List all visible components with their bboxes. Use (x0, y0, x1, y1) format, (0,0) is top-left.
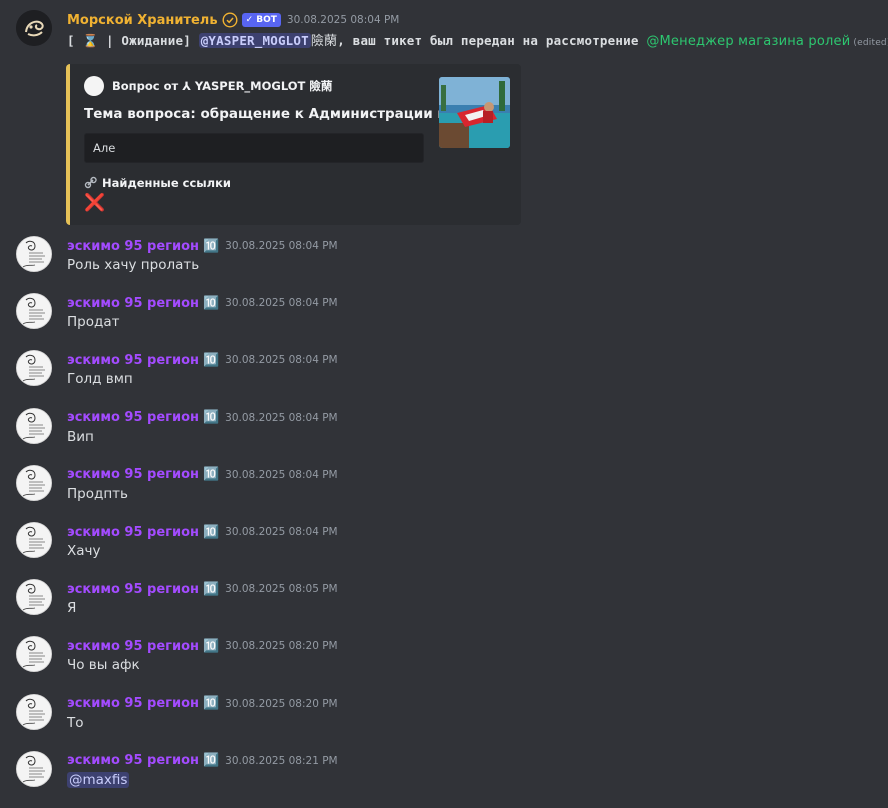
timestamp[interactable]: 30.08.2025 08:20 PM (225, 698, 337, 710)
message-text: Вип (67, 428, 94, 445)
bot-tag: ✓ BOT (241, 13, 281, 27)
role-icon: 🔟 (202, 352, 220, 368)
message-header: эскимо 95 регион 🔟 30.08.2025 08:20 PM (67, 694, 338, 714)
embed-links-title: Найденные ссылки (84, 176, 231, 190)
role-icon: 🔟 (202, 696, 220, 712)
user-avatar[interactable] (16, 293, 52, 330)
user-avatar[interactable] (16, 522, 52, 558)
timestamp[interactable]: 30.08.2025 08:04 PM (225, 526, 337, 538)
message-text: Чо вы афк (67, 657, 140, 674)
message-text: Я (67, 600, 77, 617)
user-avatar[interactable] (16, 693, 52, 730)
author-name[interactable]: эскимо 95 регион (67, 353, 199, 368)
message-text: Продат (67, 314, 120, 331)
chat-message: эскимо 95 регион 🔟 30.08.2025 08:04 PM В… (0, 407, 888, 465)
embed-field: Але (84, 133, 424, 163)
chat-message: эскимо 95 регион 🔟 30.08.2025 08:05 PM Я (0, 579, 888, 636)
user-avatar[interactable] (16, 579, 52, 616)
verified-icon (222, 12, 238, 28)
message-header: эскимо 95 регион 🔟 30.08.2025 08:20 PM (67, 636, 338, 656)
user-avatar[interactable] (16, 750, 52, 787)
message-text: @maxfis (67, 771, 130, 788)
chat-message: эскимо 95 регион 🔟 30.08.2025 08:21 PM @… (0, 750, 888, 808)
role-icon: 🔟 (202, 410, 220, 426)
user-avatar[interactable] (16, 350, 52, 387)
bot-author-name[interactable]: Морской Хранитель (67, 13, 218, 28)
message-text: Продпть (67, 485, 128, 502)
timestamp[interactable]: 30.08.2025 08:04 PM (225, 469, 337, 481)
message-header: эскимо 95 регион 🔟 30.08.2025 08:05 PM (67, 579, 338, 599)
message-header: эскимо 95 регион 🔟 30.08.2025 08:04 PM (67, 522, 338, 542)
embed-thumbnail[interactable] (439, 77, 510, 148)
chat-message: эскимо 95 регион 🔟 30.08.2025 08:04 PM П… (0, 293, 888, 350)
embed-field-value: Але (93, 141, 116, 155)
timestamp[interactable]: 30.08.2025 08:05 PM (225, 583, 337, 595)
role-icon: 🔟 (202, 467, 220, 483)
role-icon: 🔟 (202, 295, 220, 311)
bot-message-content: [ ⌛ | Ожидание] @YASPER_MOGLOT 險䔵, ваш ти… (67, 30, 888, 49)
message-text: Голд вмп (67, 371, 133, 388)
message-text: Хачу (67, 543, 101, 559)
message-text: То (67, 714, 84, 731)
author-name[interactable]: эскимо 95 регион (67, 753, 199, 768)
timestamp[interactable]: 30.08.2025 08:04 PM (225, 297, 337, 309)
author-name[interactable]: эскимо 95 регион (67, 696, 199, 711)
chat-message: эскимо 95 регион 🔟 30.08.2025 08:20 PM Ч… (0, 636, 888, 693)
embed-author-avatar (84, 76, 104, 96)
bot-message: Морской Хранитель ✓ BOT 30.08.2025 08:04… (0, 10, 888, 225)
chat-message: эскимо 95 регион 🔟 30.08.2025 08:04 PM Г… (0, 350, 888, 407)
message-header: эскимо 95 регион 🔟 30.08.2025 08:04 PM (67, 293, 338, 313)
hourglass-icon: ⌛ (82, 33, 99, 48)
role-icon: 🔟 (202, 581, 220, 597)
user-avatar[interactable] (16, 236, 52, 272)
role-icon: 🔟 (202, 524, 220, 540)
author-name[interactable]: эскимо 95 регион (67, 410, 199, 425)
chat-message: эскимо 95 регион 🔟 30.08.2025 08:04 PM П… (0, 464, 888, 522)
chat-message: эскимо 95 регион 🔟 30.08.2025 08:04 PM Р… (0, 236, 888, 293)
timestamp[interactable]: 30.08.2025 08:04 PM (225, 354, 337, 366)
timestamp[interactable]: 30.08.2025 08:20 PM (225, 640, 337, 652)
timestamp[interactable]: 30.08.2025 08:04 PM (287, 14, 399, 26)
role-icon: 🔟 (202, 753, 220, 769)
user-avatar[interactable] (16, 407, 52, 444)
bot-message-header: Морской Хранитель ✓ BOT 30.08.2025 08:04… (67, 10, 399, 30)
message-header: эскимо 95 регион 🔟 30.08.2025 08:04 PM (67, 350, 338, 370)
role-mention[interactable]: @Менеджер магазина ролей (646, 34, 850, 49)
message-header: эскимо 95 регион 🔟 30.08.2025 08:04 PM (67, 465, 338, 485)
timestamp[interactable]: 30.08.2025 08:04 PM (225, 240, 337, 252)
author-name[interactable]: эскимо 95 регион (67, 582, 199, 597)
ticket-embed: Вопрос от ⅄ YASPER_MOGLOT 險䔵 Тема вопрос… (66, 64, 521, 225)
user-mention[interactable]: @maxfis (67, 771, 130, 788)
author-name[interactable]: эскимо 95 регион (67, 467, 199, 482)
edited-label: (edited) (853, 38, 888, 48)
author-name[interactable]: эскимо 95 регион (67, 639, 199, 654)
chat-message: эскимо 95 регион 🔟 30.08.2025 08:04 PM Х… (0, 522, 888, 579)
user-mention[interactable]: @YASPER_MOGLOT (198, 33, 311, 48)
bot-avatar[interactable] (16, 10, 52, 46)
timestamp[interactable]: 30.08.2025 08:21 PM (225, 755, 337, 767)
author-name[interactable]: эскимо 95 регион (67, 239, 199, 254)
message-header: эскимо 95 регион 🔟 30.08.2025 08:04 PM (67, 408, 338, 428)
author-name[interactable]: эскимо 95 регион (67, 296, 199, 311)
chat-message: эскимо 95 регион 🔟 30.08.2025 08:20 PM Т… (0, 693, 888, 751)
timestamp[interactable]: 30.08.2025 08:04 PM (225, 412, 337, 424)
link-icon (84, 176, 97, 189)
cross-mark-icon: ❌ (84, 193, 106, 213)
message-header: эскимо 95 регион 🔟 30.08.2025 08:04 PM (67, 236, 338, 256)
role-icon: 🔟 (202, 238, 220, 254)
embed-author: Вопрос от ⅄ YASPER_MOGLOT 險䔵 (84, 76, 332, 96)
message-header: эскимо 95 регион 🔟 30.08.2025 08:21 PM (67, 751, 338, 771)
author-name[interactable]: эскимо 95 регион (67, 525, 199, 540)
user-avatar[interactable] (16, 636, 52, 673)
user-avatar[interactable] (16, 464, 52, 501)
role-icon: 🔟 (202, 638, 220, 654)
message-text: Роль хачу пролать (67, 257, 200, 273)
